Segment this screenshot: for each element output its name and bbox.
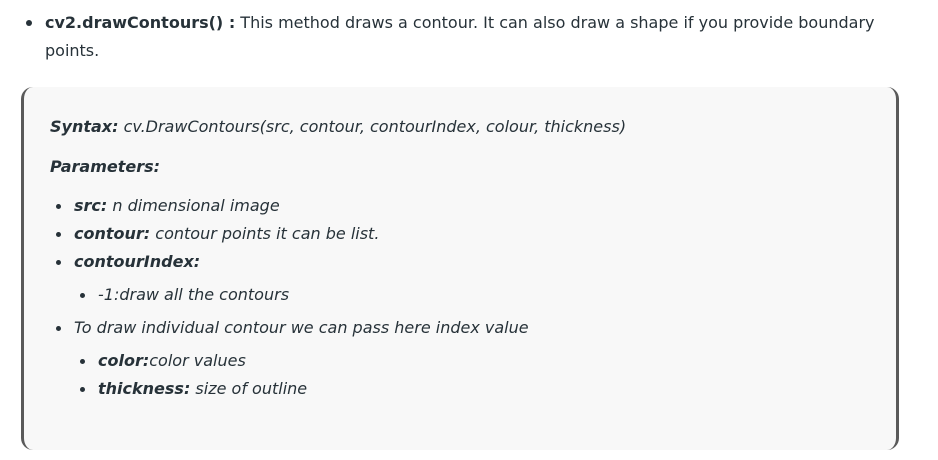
bullet-dot [80, 359, 85, 364]
param-contour-value: contour points it can be list. [150, 224, 380, 243]
parameters-label: Parameters: [50, 157, 161, 176]
syntax-box: Syntax: cv.DrawContours(src, contour, co… [21, 87, 899, 450]
param-contour-index-sub: -1:draw all the contours [98, 285, 290, 304]
param-contour-index-label: contourIndex: [74, 252, 201, 271]
param-src: src: n dimensional image [74, 196, 280, 216]
param-color-label: color: [98, 351, 150, 370]
method-bullet: cv2.drawContours() : This method draws a… [26, 9, 906, 65]
param-color-value: color values [149, 351, 246, 370]
param-thickness-label: thickness: [98, 379, 191, 398]
bullet-dot [80, 387, 85, 392]
bullet-dot [56, 260, 61, 265]
parameters-heading: Parameters: [50, 157, 160, 177]
param-individual: To draw individual contour we can pass h… [74, 318, 529, 337]
param-thickness-value: size of outline [190, 379, 308, 398]
param-src-label: src: [74, 196, 108, 215]
param-contour: contour: contour points it can be list. [74, 224, 379, 244]
bullet-dot [56, 232, 61, 237]
param-contour-label: contour: [74, 224, 151, 243]
method-description: cv2.drawContours() : This method draws a… [45, 9, 906, 65]
syntax-line: Syntax: cv.DrawContours(src, contour, co… [50, 117, 626, 137]
article-section: cv2.drawContours() : This method draws a… [0, 0, 938, 460]
bullet-dot [56, 326, 61, 331]
param-thickness: thickness: size of outline [98, 379, 307, 399]
param-contour-index: contourIndex: [74, 252, 200, 272]
bullet-dot [26, 20, 32, 26]
bullet-dot [80, 293, 85, 298]
bullet-dot [56, 204, 61, 209]
syntax-label: Syntax: [50, 117, 119, 136]
syntax-value: cv.DrawContours(src, contour, contourInd… [118, 117, 627, 136]
method-name: cv2.drawContours() : [45, 13, 236, 32]
param-src-value: n dimensional image [107, 196, 280, 215]
param-color: color:color values [98, 351, 246, 371]
